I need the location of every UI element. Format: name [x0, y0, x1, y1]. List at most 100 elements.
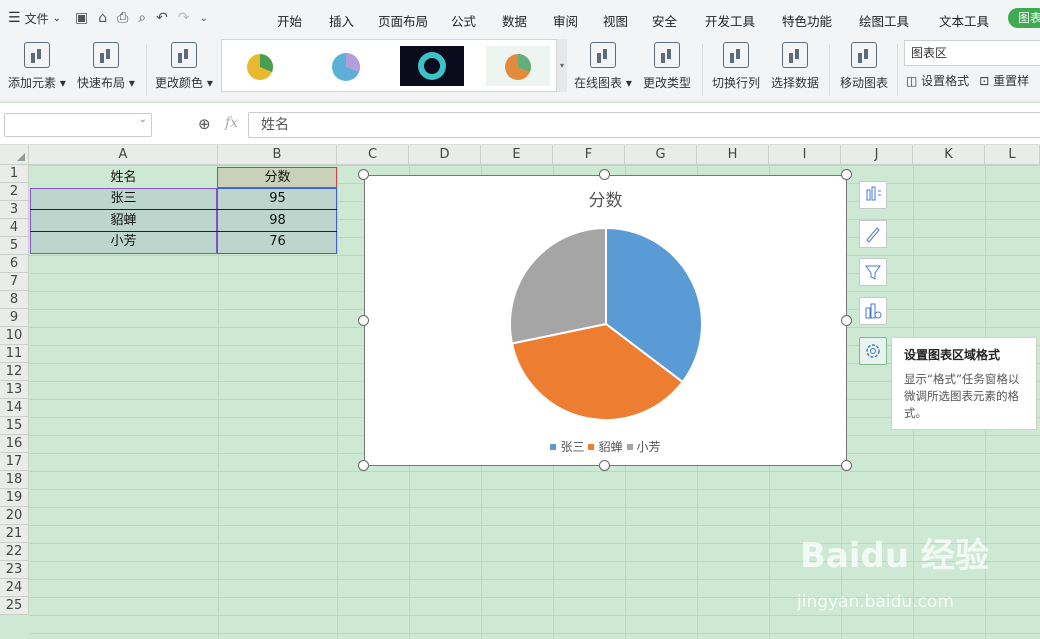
tab-6[interactable]: 视图: [603, 11, 628, 30]
online-chart-button[interactable]: 在线图表 ▾: [574, 42, 632, 91]
row-header-7[interactable]: 7: [0, 273, 29, 291]
legend-item-2[interactable]: 小芳: [626, 438, 661, 455]
row-header-21[interactable]: 21: [0, 525, 29, 543]
tab-7[interactable]: 安全: [652, 11, 677, 30]
chart-area-selector[interactable]: 图表区: [904, 40, 1040, 66]
table-cell[interactable]: 小芳: [30, 233, 217, 251]
tab-9[interactable]: 特色功能: [782, 11, 832, 30]
row-header-16[interactable]: 16: [0, 435, 29, 453]
row-header-1[interactable]: 1: [0, 165, 29, 183]
column-header-L[interactable]: L: [985, 145, 1040, 165]
print-icon[interactable]: ⎙: [117, 10, 128, 26]
table-cell[interactable]: 95: [218, 190, 337, 208]
tab-2[interactable]: 页面布局: [378, 11, 428, 30]
pie-chart[interactable]: [365, 176, 848, 467]
set-format-button[interactable]: ◫ 设置格式: [906, 72, 969, 89]
redo-icon[interactable]: ↷: [178, 10, 190, 26]
change-color-button[interactable]: 更改颜色 ▾: [155, 42, 213, 91]
row-header-10[interactable]: 10: [0, 327, 29, 345]
column-header-J[interactable]: J: [841, 145, 913, 165]
row-header-12[interactable]: 12: [0, 363, 29, 381]
table-cell[interactable]: 张三: [30, 190, 217, 208]
resize-handle[interactable]: [599, 460, 610, 471]
move-chart-button[interactable]: 移动图表: [840, 42, 888, 91]
row-header-15[interactable]: 15: [0, 417, 29, 435]
column-header-G[interactable]: G: [625, 145, 697, 165]
row-header-13[interactable]: 13: [0, 381, 29, 399]
chevron-down-icon[interactable]: ⌄: [53, 13, 61, 24]
row-header-6[interactable]: 6: [0, 255, 29, 273]
chart-format-button[interactable]: [859, 337, 887, 365]
chart-style-1[interactable]: [228, 46, 292, 86]
table-cell[interactable]: 98: [218, 212, 337, 230]
table-cell[interactable]: 貂蝉: [30, 212, 217, 230]
file-menu[interactable]: 文件: [25, 10, 49, 27]
tab-3[interactable]: 公式: [451, 11, 476, 30]
pie-slice-2[interactable]: [509, 226, 607, 345]
column-header-B[interactable]: B: [218, 145, 337, 165]
column-header-F[interactable]: F: [553, 145, 625, 165]
legend-item-1[interactable]: 貂蝉: [588, 438, 623, 455]
add-element-button[interactable]: 添加元素 ▾: [8, 42, 66, 91]
row-header-5[interactable]: 5: [0, 237, 29, 255]
tab-11[interactable]: 文本工具: [939, 11, 989, 30]
row-header-17[interactable]: 17: [0, 453, 29, 471]
row-header-19[interactable]: 19: [0, 489, 29, 507]
table-header-cell[interactable]: 姓名: [30, 169, 217, 187]
switch-row-col-button[interactable]: 切换行列: [712, 42, 760, 91]
row-header-22[interactable]: 22: [0, 543, 29, 561]
tab-chart[interactable]: 图表: [1008, 8, 1040, 28]
row-header-25[interactable]: 25: [0, 597, 29, 615]
row-header-18[interactable]: 18: [0, 471, 29, 489]
column-header-I[interactable]: I: [769, 145, 841, 165]
tab-10[interactable]: 绘图工具: [859, 11, 909, 30]
name-box[interactable]: [4, 113, 152, 137]
fx-icon[interactable]: fx: [225, 115, 238, 131]
row-header-3[interactable]: 3: [0, 201, 29, 219]
chart-elements-button[interactable]: [859, 181, 887, 209]
tab-1[interactable]: 插入: [329, 11, 354, 30]
table-header-cell[interactable]: 分数: [218, 169, 337, 187]
gallery-scroll-button[interactable]: ▾: [556, 39, 567, 92]
resize-handle[interactable]: [358, 460, 369, 471]
row-header-8[interactable]: 8: [0, 291, 29, 309]
resize-handle[interactable]: [358, 169, 369, 180]
column-header-H[interactable]: H: [697, 145, 769, 165]
customize-icon[interactable]: ⌄: [200, 13, 208, 24]
resize-handle[interactable]: [841, 460, 852, 471]
print-preview-icon[interactable]: ⌕: [138, 10, 146, 26]
zoom-search-icon[interactable]: ⊕: [198, 115, 211, 133]
table-cell[interactable]: 76: [218, 233, 337, 251]
save-icon[interactable]: ▣: [75, 10, 88, 26]
chart-filter-button[interactable]: [859, 258, 887, 286]
tab-0[interactable]: 开始: [277, 11, 302, 30]
format-painter-icon[interactable]: ⌂: [98, 10, 107, 26]
undo-icon[interactable]: ↶: [156, 10, 168, 26]
tab-8[interactable]: 开发工具: [705, 11, 755, 30]
row-header-23[interactable]: 23: [0, 561, 29, 579]
row-header-4[interactable]: 4: [0, 219, 29, 237]
column-header-C[interactable]: C: [337, 145, 409, 165]
row-header-14[interactable]: 14: [0, 399, 29, 417]
row-header-9[interactable]: 9: [0, 309, 29, 327]
chart-style-2[interactable]: [314, 46, 378, 86]
change-type-button[interactable]: 更改类型: [643, 42, 691, 91]
row-header-20[interactable]: 20: [0, 507, 29, 525]
formula-input[interactable]: 姓名: [248, 112, 1040, 138]
column-header-E[interactable]: E: [481, 145, 553, 165]
chart-area[interactable]: 分数 张三 貂蝉 小芳: [364, 175, 847, 466]
select-data-button[interactable]: 选择数据: [771, 42, 819, 91]
chart-legend[interactable]: 张三 貂蝉 小芳: [365, 438, 846, 455]
resize-handle[interactable]: [358, 315, 369, 326]
quick-layout-button[interactable]: 快速布局 ▾: [77, 42, 135, 91]
resize-handle[interactable]: [841, 169, 852, 180]
chart-style-3[interactable]: [400, 46, 464, 86]
menu-icon[interactable]: ☰: [8, 10, 21, 26]
row-header-11[interactable]: 11: [0, 345, 29, 363]
row-header-24[interactable]: 24: [0, 579, 29, 597]
tab-5[interactable]: 审阅: [553, 11, 578, 30]
select-all-corner[interactable]: [0, 145, 29, 165]
tab-4[interactable]: 数据: [502, 11, 527, 30]
column-header-A[interactable]: A: [29, 145, 218, 165]
resize-handle[interactable]: [841, 315, 852, 326]
